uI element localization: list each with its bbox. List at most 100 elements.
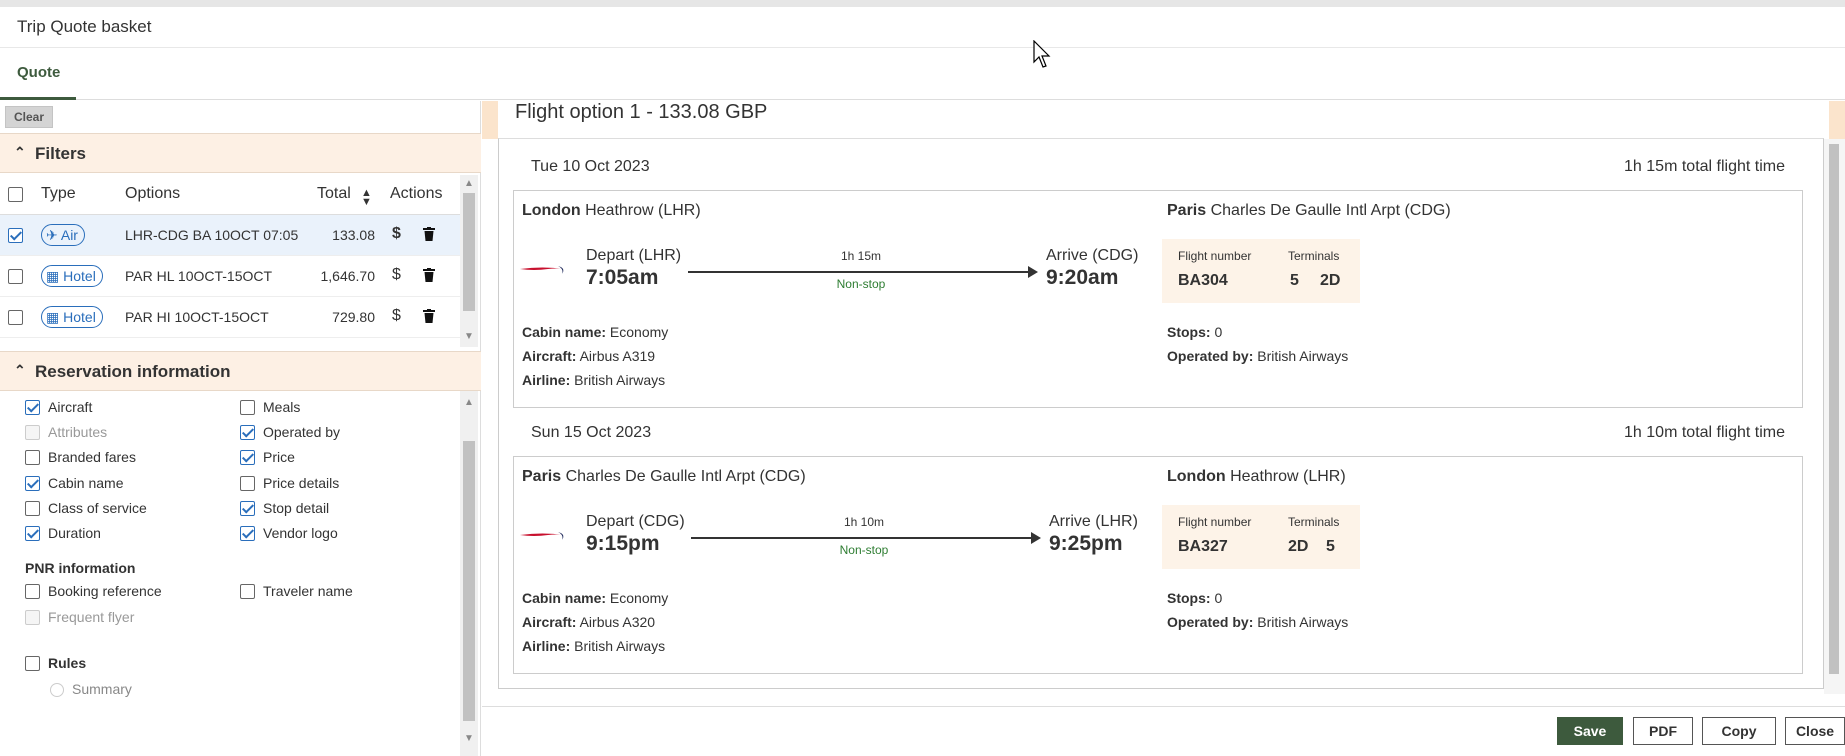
origin-city: Paris	[522, 468, 562, 485]
select-all-checkbox[interactable]	[8, 187, 23, 202]
operated-label: Operated by:	[1167, 348, 1254, 364]
dollar-icon[interactable]: $	[392, 266, 401, 284]
operated-value: British Airways	[1257, 348, 1349, 364]
dollar-icon[interactable]: $	[392, 225, 401, 243]
option-title: Flight option 1 - 133.08 GBP	[515, 101, 768, 123]
checkbox[interactable]	[25, 450, 40, 465]
checkbox[interactable]	[240, 526, 255, 541]
table-row[interactable]: ▦ Hotel PAR HL 10OCT-15OCT 1,646.70 $	[0, 256, 460, 297]
copy-button[interactable]: Copy	[1702, 717, 1776, 745]
checkbox[interactable]	[240, 584, 255, 599]
trash-icon[interactable]	[423, 227, 435, 241]
arrive-time: 9:20am	[1046, 266, 1119, 289]
filter-scrollbar[interactable]: ▲ ▼	[460, 175, 478, 347]
scroll-up-icon[interactable]: ▲	[464, 178, 474, 189]
segment-date: Tue 10 Oct 2023	[531, 158, 650, 175]
sort-down-icon[interactable]: ▼	[361, 196, 372, 208]
checkbox-label: Frequent flyer	[48, 609, 135, 625]
tab-quote[interactable]: Quote	[0, 48, 76, 100]
checkbox[interactable]	[25, 501, 40, 516]
checkbox[interactable]	[240, 476, 255, 491]
scroll-thumb[interactable]	[463, 441, 475, 721]
pdf-button[interactable]: PDF	[1633, 717, 1693, 745]
segment-total-time: 1h 15m total flight time	[1624, 158, 1785, 175]
aircraft-detail: Aircraft: Airbus A320	[522, 614, 655, 630]
checkbox[interactable]	[240, 450, 255, 465]
chevron-up-icon: ⌃	[14, 362, 26, 378]
dest-city: Paris	[1167, 202, 1207, 219]
checkbox[interactable]	[25, 656, 40, 671]
main-scrollbar[interactable]	[1824, 139, 1845, 694]
table-row[interactable]: ✈ Air LHR-CDG BA 10OCT 07:05 133.08 $	[0, 215, 460, 256]
origin: Paris Charles De Gaulle Intl Arpt (CDG)	[522, 468, 806, 486]
arrival: Arrive (LHR) 9:25pm	[1049, 513, 1138, 556]
destination: London Heathrow (LHR)	[1167, 468, 1346, 486]
tab-quote-label: Quote	[17, 64, 61, 81]
checkbox[interactable]	[240, 425, 255, 440]
trash-icon[interactable]	[423, 268, 435, 282]
checkbox-label: Cabin name	[48, 475, 124, 491]
dest-airport: Charles De Gaulle Intl Arpt (CDG)	[1210, 202, 1451, 219]
checkbox[interactable]	[25, 584, 40, 599]
row-checkbox[interactable]	[8, 269, 23, 284]
chevron-up-icon: ⌃	[14, 144, 26, 160]
airline-value: British Airways	[574, 372, 666, 388]
flight-number-label: Flight number	[1178, 515, 1252, 529]
scroll-thumb[interactable]	[463, 193, 475, 311]
rules-label: Rules	[48, 655, 87, 671]
type-badge: ✈ Air	[41, 224, 85, 246]
stops-value: 0	[1214, 590, 1223, 606]
checkbox[interactable]	[240, 501, 255, 516]
terminals-label: Terminals	[1288, 515, 1340, 529]
type-label: Air	[60, 227, 78, 243]
operated-detail: Operated by: British Airways	[1167, 348, 1348, 364]
filters-header[interactable]: ⌃ Filters	[0, 133, 481, 173]
checkbox-label: Price details	[263, 475, 340, 491]
checkbox[interactable]	[25, 476, 40, 491]
segment-date: Sun 15 Oct 2023	[531, 424, 652, 441]
row-checkbox[interactable]	[8, 310, 23, 325]
flight-number: BA327	[1178, 538, 1228, 555]
window-title: Trip Quote basket	[17, 17, 152, 36]
checkbox[interactable]	[240, 400, 255, 415]
scroll-down-icon[interactable]: ▼	[464, 733, 474, 744]
airline-detail: Airline: British Airways	[522, 372, 665, 388]
dollar-icon[interactable]: $	[392, 307, 401, 325]
clear-button[interactable]: Clear	[5, 106, 53, 128]
filter-table: Type Options Total ▲ ▼ Actions ✈ Air LHR…	[0, 175, 460, 347]
footer-bar: Save PDF Copy Close	[482, 706, 1845, 756]
checkbox-label: Vendor logo	[263, 525, 338, 541]
terminal-arrival: 5	[1326, 538, 1335, 555]
reservation-options: Aircraft Meals Attributes Operated by Br…	[0, 391, 460, 756]
origin-airport: Heathrow (LHR)	[585, 202, 701, 219]
close-button[interactable]: Close	[1785, 717, 1845, 745]
table-row[interactable]: ▦ Hotel PAR HI 10OCT-15OCT 729.80 $	[0, 297, 460, 338]
arrow-right-icon	[1031, 532, 1041, 544]
checkbox[interactable]	[25, 400, 40, 415]
row-total: 729.80	[332, 309, 375, 325]
cabin-detail: Cabin name: Economy	[522, 324, 668, 340]
reservation-scrollbar[interactable]: ▲ ▼	[460, 391, 478, 756]
title-bar-left-accent	[482, 101, 498, 139]
checkbox[interactable]	[25, 526, 40, 541]
operated-detail: Operated by: British Airways	[1167, 614, 1348, 630]
scroll-thumb[interactable]	[1829, 144, 1839, 674]
checkbox-label: Stop detail	[263, 500, 330, 516]
title-bar-right-accent	[1829, 101, 1845, 139]
trash-icon[interactable]	[423, 309, 435, 323]
depart-time: 7:05am	[586, 266, 659, 289]
reservation-heading: Reservation information	[35, 362, 231, 381]
british-airways-logo-icon	[520, 266, 564, 274]
flight-duration: 1h 10m	[843, 515, 885, 529]
radio-summary	[50, 683, 64, 697]
column-total[interactable]: Total	[317, 185, 351, 203]
segment-total-time: 1h 10m total flight time	[1624, 424, 1785, 441]
scroll-up-icon[interactable]: ▲	[464, 397, 474, 408]
building-icon: ▦	[46, 309, 60, 325]
reservation-header[interactable]: ⌃ Reservation information	[0, 351, 481, 391]
flight-number: BA304	[1178, 272, 1228, 289]
save-button[interactable]: Save	[1557, 717, 1623, 745]
stops-detail: Stops: 0	[1167, 324, 1222, 340]
row-checkbox[interactable]	[8, 228, 23, 243]
scroll-down-icon[interactable]: ▼	[464, 331, 474, 342]
